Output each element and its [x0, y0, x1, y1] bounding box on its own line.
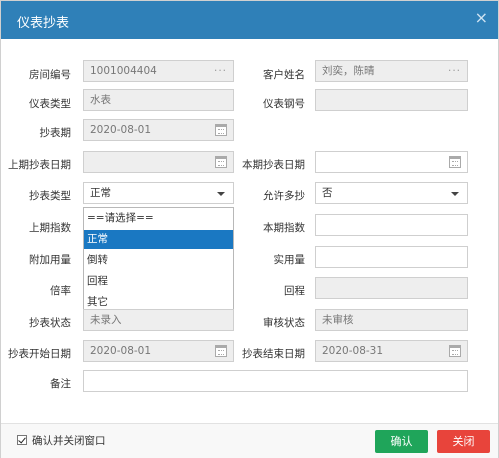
- confirm-close-checkbox[interactable]: [17, 435, 27, 445]
- confirm-button[interactable]: 确认: [375, 430, 428, 453]
- remark-label: 备注: [50, 378, 71, 390]
- end-date-field[interactable]: 2020-08-31: [315, 340, 468, 362]
- meter-no-field: [315, 89, 468, 111]
- read-status-label: 抄表状态: [29, 317, 71, 329]
- return-trip-label: 回程: [284, 285, 305, 297]
- meter-no-label: 仪表钢号: [263, 98, 305, 110]
- audit-status-field: 未审核: [315, 309, 468, 331]
- calendar-icon[interactable]: [449, 156, 461, 168]
- read-type-select[interactable]: 正常: [83, 182, 234, 204]
- period-value: 2020-08-01: [90, 124, 152, 136]
- dropdown-option-normal[interactable]: 正常: [84, 230, 233, 249]
- period-label: 抄表期: [39, 127, 72, 139]
- actual-usage-input[interactable]: [315, 246, 468, 268]
- dialog-titlebar: 仪表抄表 ×: [1, 1, 498, 39]
- remark-input[interactable]: [83, 370, 468, 392]
- customer-label: 客户姓名: [263, 69, 305, 81]
- start-date-value: 2020-08-01: [90, 345, 152, 357]
- calendar-icon[interactable]: [215, 345, 227, 357]
- calendar-icon[interactable]: [449, 345, 461, 357]
- audit-status-value: 未审核: [322, 314, 354, 326]
- this-date-label: 本期抄表日期: [242, 159, 305, 171]
- room-no-value: 1001004404: [90, 65, 157, 77]
- customer-value: 刘奕，陈晴: [322, 65, 375, 77]
- this-reading-label: 本期指数: [263, 222, 305, 234]
- customer-picker-icon[interactable]: ···: [448, 61, 461, 81]
- calendar-icon[interactable]: [215, 156, 227, 168]
- chevron-down-icon[interactable]: [217, 192, 225, 196]
- actual-usage-label: 实用量: [273, 254, 306, 266]
- allow-multi-select[interactable]: 否: [315, 182, 468, 204]
- read-status-field: 未录入: [83, 309, 234, 331]
- read-type-dropdown: ==请选择== 正常 倒转 回程 其它: [83, 207, 234, 314]
- return-trip-field: [315, 277, 468, 299]
- end-date-value: 2020-08-31: [322, 345, 384, 357]
- end-date-label: 抄表结束日期: [242, 348, 305, 360]
- audit-status-label: 审核状态: [263, 317, 305, 329]
- customer-field[interactable]: 刘奕，陈晴 ···: [315, 60, 468, 82]
- close-icon[interactable]: ×: [475, 10, 488, 26]
- dropdown-option-placeholder[interactable]: ==请选择==: [84, 209, 233, 228]
- calendar-icon[interactable]: [215, 124, 227, 136]
- multiplier-label: 倍率: [50, 285, 71, 297]
- dialog-title: 仪表抄表: [17, 16, 70, 31]
- room-no-field[interactable]: 1001004404 ···: [83, 60, 234, 82]
- allow-multi-label: 允许多抄: [263, 190, 305, 202]
- read-type-value: 正常: [90, 187, 111, 199]
- dropdown-option-reverse[interactable]: 倒转: [84, 251, 233, 270]
- read-type-label: 抄表类型: [29, 190, 71, 202]
- last-reading-label: 上期指数: [29, 222, 71, 234]
- start-date-label: 抄表开始日期: [8, 348, 71, 360]
- dropdown-option-return[interactable]: 回程: [84, 272, 233, 291]
- last-date-field[interactable]: [83, 151, 234, 173]
- this-reading-input[interactable]: [315, 214, 468, 236]
- room-no-label: 房间编号: [29, 69, 71, 81]
- close-button[interactable]: 关闭: [437, 430, 490, 453]
- meter-type-value: 水表: [90, 94, 111, 106]
- confirm-close-label[interactable]: 确认并关闭窗口: [32, 433, 106, 448]
- extra-usage-label: 附加用量: [29, 254, 71, 266]
- last-date-label: 上期抄表日期: [8, 159, 71, 171]
- period-field[interactable]: 2020-08-01: [83, 119, 234, 141]
- allow-multi-value: 否: [322, 187, 333, 199]
- meter-reading-dialog: 仪表抄表 × 房间编号 1001004404 ··· 客户姓名 刘奕，陈晴 ··…: [0, 0, 499, 458]
- start-date-field[interactable]: 2020-08-01: [83, 340, 234, 362]
- read-status-value: 未录入: [90, 314, 122, 326]
- chevron-down-icon[interactable]: [451, 192, 459, 196]
- meter-type-label: 仪表类型: [29, 98, 71, 110]
- this-date-field[interactable]: [315, 151, 468, 173]
- room-no-picker-icon[interactable]: ···: [214, 61, 227, 81]
- meter-type-field: 水表: [83, 89, 234, 111]
